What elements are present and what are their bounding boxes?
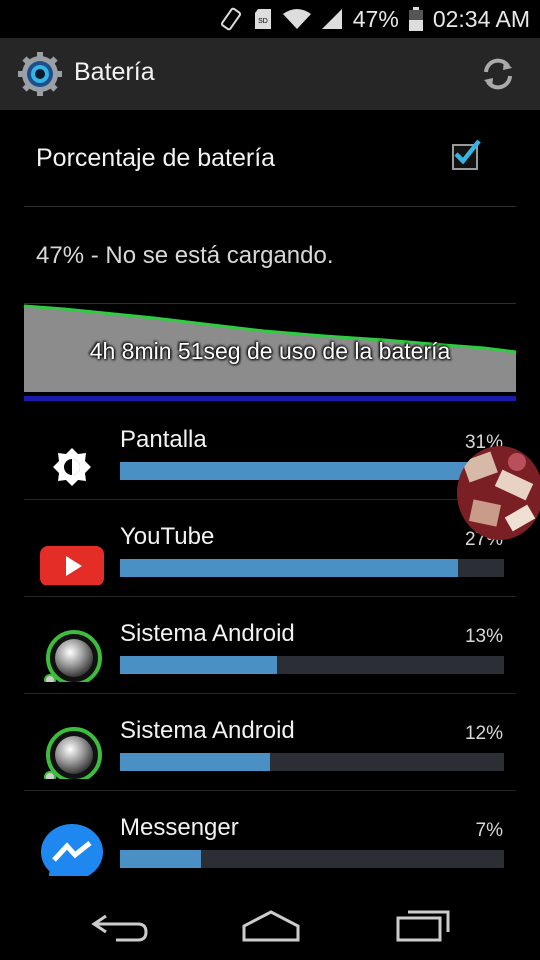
usage-bar-fill	[120, 462, 504, 480]
settings-gear-icon[interactable]	[18, 52, 62, 96]
android-system-icon	[44, 727, 102, 779]
action-bar: Batería	[0, 38, 540, 110]
app-percent: 7%	[475, 820, 503, 841]
usage-bar-fill	[120, 850, 201, 868]
svg-text:SD: SD	[258, 18, 268, 25]
battery-icon	[408, 7, 423, 31]
clock: 02:34 AM	[432, 5, 530, 32]
android-system-icon	[44, 630, 102, 682]
app-name: Pantalla	[120, 426, 207, 453]
signal-icon	[321, 9, 342, 29]
messenger-icon	[41, 824, 103, 876]
usage-bar-track	[120, 462, 504, 480]
battery-percent: 47%	[352, 5, 399, 32]
recents-icon[interactable]	[388, 906, 458, 946]
usage-bar-fill	[120, 656, 278, 674]
app-name: Sistema Android	[120, 717, 295, 744]
chat-head-avatar	[457, 446, 540, 540]
usage-bar-fill	[120, 559, 458, 577]
divider	[24, 206, 516, 207]
app-percent: 13%	[464, 626, 503, 647]
youtube-icon	[40, 546, 104, 585]
status-icons: SD 47% 02:34 AM	[219, 0, 530, 38]
usage-bar-track	[120, 656, 504, 674]
brightness-icon	[53, 448, 91, 486]
page-title: Batería	[74, 58, 155, 86]
sd-card-icon: SD	[254, 9, 271, 29]
battery-percentage-checkbox[interactable]	[452, 139, 481, 170]
app-name: Sistema Android	[120, 620, 295, 647]
back-icon[interactable]	[86, 906, 156, 946]
usage-bar-track	[120, 753, 504, 771]
graph-charging-bar	[24, 396, 516, 401]
app-name: YouTube	[120, 523, 215, 550]
checkmark-icon	[454, 139, 481, 165]
app-percent: 12%	[464, 723, 503, 744]
usage-bar-track	[120, 559, 504, 577]
navigation-bar	[0, 890, 540, 960]
usage-bar-track	[120, 850, 504, 868]
app-name: Messenger	[120, 814, 239, 841]
battery-usage-caption: 4h 8min 51seg de uso de la batería	[89, 338, 451, 364]
app-row-messenger[interactable]: Messenger 7%	[0, 790, 540, 887]
wifi-icon	[282, 9, 311, 29]
status-bar: SD 47% 02:34 AM	[0, 0, 540, 38]
app-row-sistema-android[interactable]: Sistema Android 13%	[0, 596, 540, 693]
battery-percentage-label: Porcentaje de batería	[36, 144, 276, 172]
refresh-icon[interactable]	[478, 54, 518, 94]
rotation-lock-icon	[220, 7, 241, 31]
home-icon[interactable]	[236, 906, 306, 946]
app-row-sistema-android[interactable]: Sistema Android 12%	[0, 693, 540, 790]
app-row-youtube[interactable]: YouTube 27%	[0, 499, 540, 596]
chat-head-bubble[interactable]	[457, 446, 540, 540]
usage-bar-fill	[120, 753, 270, 771]
battery-status-text: 47% - No se está cargando.	[36, 242, 334, 269]
